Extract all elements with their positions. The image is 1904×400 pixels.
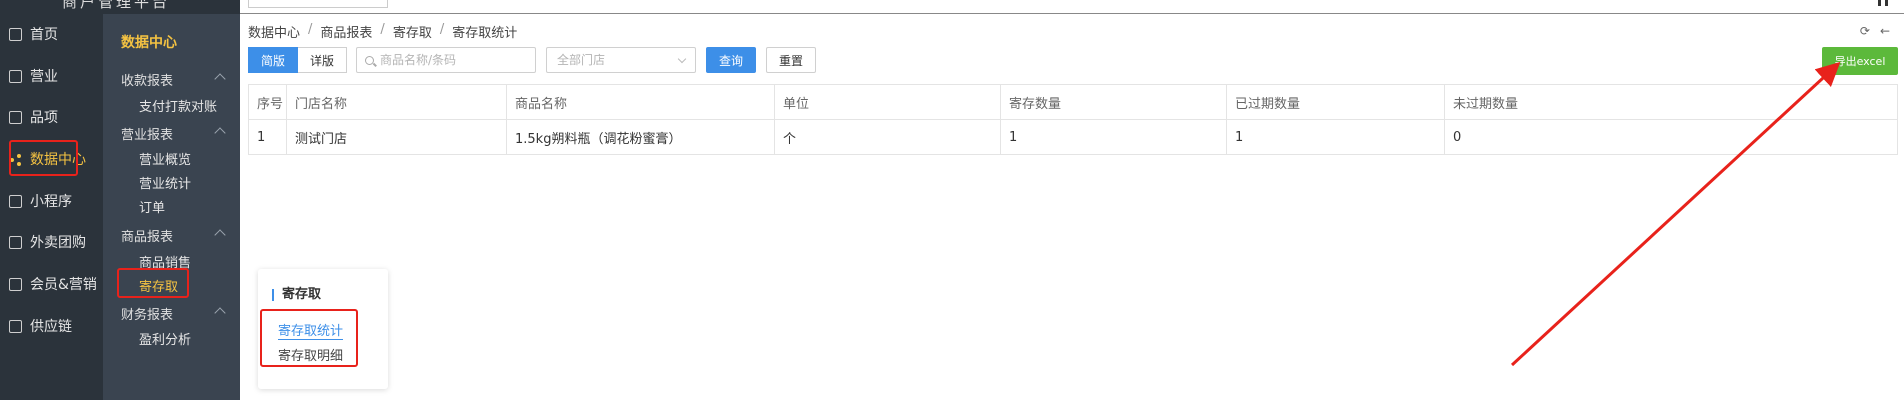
col-header-unexpired-qty: 未过期数量 [1444, 84, 1898, 120]
rail-item-miniapp[interactable]: 小程序 [0, 189, 103, 213]
main-sidebar: 首页 营业 品项 数据中心 小程序 外卖团购 会员&营销 供应链 [0, 14, 103, 400]
subnav-item-payment-reconcile[interactable]: 支付打款对账 [139, 96, 217, 115]
back-arrow-icon[interactable]: ← [1880, 24, 1890, 38]
chevron-up-icon[interactable] [214, 229, 226, 241]
breadcrumb: 数据中心 / 商品报表 / 寄存取 / 寄存取统计 [248, 22, 517, 41]
refresh-icon[interactable]: ⟳ [1860, 24, 1870, 38]
rail-label: 首页 [30, 27, 58, 43]
chevron-up-icon[interactable] [214, 127, 226, 139]
main-content: 数据中心 / 商品报表 / 寄存取 / 寄存取统计 ⟳ ← 简版 详版 全部门店 查询… [248, 14, 1904, 400]
subnav-item-business-stats[interactable]: 营业统计 [139, 173, 191, 192]
rail-item-delivery[interactable]: 外卖团购 [0, 230, 103, 254]
search-icon [365, 55, 374, 65]
storage-submenu-popup: 寄存取 寄存取统计 寄存取明细 [258, 269, 388, 389]
cell-product: 1.5kg朔料瓶（调花粉蜜膏） [506, 119, 775, 155]
chevron-down-icon [677, 54, 687, 64]
col-header-store: 门店名称 [286, 84, 507, 120]
sub-sidebar: 数据中心 收款报表 支付打款对账 营业报表 营业概览 营业统计 订单 商品报表 … [103, 14, 240, 400]
highlight-box-storage [117, 268, 189, 298]
chevron-up-icon[interactable] [214, 307, 226, 319]
top-search-box[interactable] [248, 0, 388, 8]
rail-item-products[interactable]: 品项 [0, 105, 103, 129]
phone-icon [9, 194, 22, 208]
col-header-index: 序号 [248, 84, 287, 120]
popup-title: 寄存取 [272, 288, 321, 301]
subnav-group-finance[interactable]: 财务报表 [121, 304, 173, 323]
col-header-product: 商品名称 [506, 84, 775, 120]
cell-unit: 个 [774, 119, 1001, 155]
subnav-group-payment[interactable]: 收款报表 [121, 70, 173, 89]
reset-button[interactable]: 重置 [766, 47, 816, 73]
highlight-box-data-center [9, 140, 78, 176]
cell-store: 测试门店 [286, 119, 507, 155]
rail-item-supply[interactable]: 供应链 [0, 314, 103, 338]
rail-label: 品项 [30, 110, 58, 126]
product-search-input[interactable] [380, 53, 530, 67]
chevron-up-icon[interactable] [214, 73, 226, 85]
detail-version-button[interactable]: 详版 [298, 47, 348, 73]
header-icons: ⟳ ← [1860, 24, 1890, 38]
brand-logo: 商户管理平台 [0, 0, 240, 14]
user-icon [9, 277, 22, 291]
subnav-item-orders[interactable]: 订单 [139, 197, 165, 216]
truck-icon [9, 319, 22, 333]
cell-unexpired-qty: 0 [1444, 119, 1898, 155]
table-row: 1 测试门店 1.5kg朔料瓶（调花粉蜜膏） 个 1 1 0 [248, 119, 1898, 155]
subnav-group-business[interactable]: 营业报表 [121, 124, 173, 143]
version-toggle: 简版 详版 [248, 47, 348, 73]
rail-item-business[interactable]: 营业 [0, 64, 103, 88]
subnav-item-business-overview[interactable]: 营业概览 [139, 149, 191, 168]
subnav-item-profit[interactable]: 盈利分析 [139, 329, 191, 348]
storage-stats-table: 序号 门店名称 商品名称 单位 寄存数量 已过期数量 未过期数量 1 测试门店 … [248, 84, 1898, 155]
top-bar: 商户管理平台 [0, 0, 1904, 14]
brand-title: 商户管理平台 [62, 0, 171, 11]
breadcrumb-item[interactable]: 寄存取 [393, 22, 432, 41]
store-select[interactable]: 全部门店 [546, 47, 696, 73]
cell-expired-qty: 1 [1226, 119, 1445, 155]
simple-version-button[interactable]: 简版 [248, 47, 299, 73]
cell-stored-qty: 1 [1000, 119, 1227, 155]
rail-label: 小程序 [30, 194, 72, 210]
rail-label: 供应链 [30, 319, 72, 335]
app: 商户管理平台 首页 营业 品项 数据中心 小程序 外卖团购 会员&营销 供应链 … [0, 0, 1904, 400]
rail-label: 营业 [30, 69, 58, 85]
business-icon [9, 69, 22, 83]
col-header-expired-qty: 已过期数量 [1226, 84, 1445, 120]
bike-icon [9, 235, 22, 249]
subnav-group-products[interactable]: 商品报表 [121, 226, 173, 245]
export-excel-button[interactable]: 导出excel [1822, 47, 1898, 75]
breadcrumb-current: 寄存取统计 [452, 26, 518, 41]
rail-item-home[interactable]: 首页 [0, 22, 103, 46]
breadcrumb-separator: / [439, 22, 445, 37]
store-select-value: 全部门店 [557, 53, 606, 67]
subnav-title: 数据中心 [121, 35, 177, 51]
query-button[interactable]: 查询 [706, 47, 756, 73]
fullscreen-icon[interactable] [1878, 0, 1888, 6]
breadcrumb-separator: / [380, 22, 385, 37]
breadcrumb-item[interactable]: 数据中心 [248, 22, 300, 41]
home-icon [9, 27, 22, 41]
breadcrumb-separator: / [308, 22, 313, 37]
cell-index: 1 [248, 119, 287, 155]
col-header-unit: 单位 [774, 84, 1001, 120]
breadcrumb-item[interactable]: 商品报表 [320, 22, 372, 41]
table-header-row: 序号 门店名称 商品名称 单位 寄存数量 已过期数量 未过期数量 [248, 84, 1898, 120]
rail-label: 外卖团购 [30, 235, 86, 251]
rail-label: 会员&营销 [30, 277, 97, 293]
product-search[interactable] [356, 47, 536, 73]
col-header-stored-qty: 寄存数量 [1000, 84, 1227, 120]
toolbar: 简版 详版 全部门店 查询 重置 导出excel [248, 47, 1904, 75]
bag-icon [9, 110, 22, 124]
highlight-box-popup-links [260, 309, 358, 367]
rail-item-members[interactable]: 会员&营销 [0, 272, 103, 296]
